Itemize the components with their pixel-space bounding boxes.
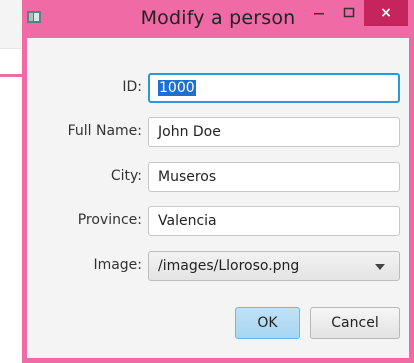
maximize-button[interactable] <box>334 0 364 26</box>
cancel-button[interactable]: Cancel <box>310 307 400 339</box>
province-field[interactable]: Valencia <box>148 206 400 236</box>
full-name-field[interactable]: John Doe <box>148 117 400 147</box>
id-value: 1000 <box>158 80 196 96</box>
chevron-down-icon <box>375 264 385 270</box>
province-label: Province: <box>77 212 142 228</box>
image-select[interactable]: /images/Lloroso.png <box>148 251 400 281</box>
maximize-icon <box>343 7 355 18</box>
city-row: City: Museros <box>27 162 409 192</box>
id-field[interactable]: 1000 <box>148 73 400 103</box>
id-label: ID: <box>122 79 142 95</box>
id-row: ID: 1000 <box>27 73 409 103</box>
minimize-button[interactable] <box>304 0 334 26</box>
ok-button[interactable]: OK <box>235 307 300 339</box>
close-button[interactable]: × <box>364 0 408 26</box>
image-selected-value: /images/Lloroso.png <box>158 258 300 274</box>
image-label: Image: <box>93 257 142 273</box>
city-label: City: <box>110 168 142 184</box>
title-bar[interactable]: Modify a person × <box>22 0 414 38</box>
full-name-row: Full Name: John Doe <box>27 117 409 147</box>
full-name-label: Full Name: <box>67 123 142 139</box>
province-row: Province: Valencia <box>27 206 409 236</box>
modify-person-dialog: Modify a person × ID: 1000 Full Name: Jo… <box>22 0 414 363</box>
dialog-content: ID: 1000 Full Name: John Doe City: Muser… <box>27 38 409 358</box>
close-icon: × <box>380 5 392 21</box>
image-row: Image: /images/Lloroso.png <box>27 251 409 281</box>
minimize-icon <box>314 13 324 15</box>
city-field[interactable]: Museros <box>148 162 400 192</box>
